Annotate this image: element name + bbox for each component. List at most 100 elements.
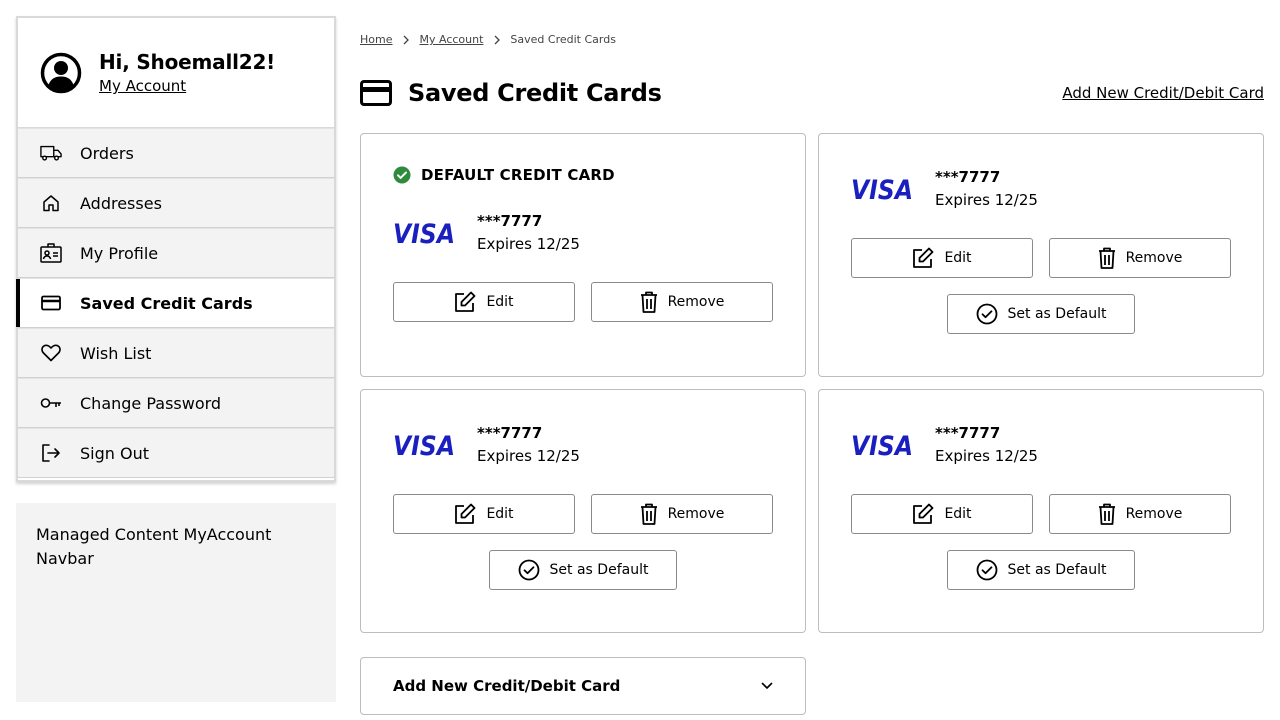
check-circle-icon bbox=[518, 559, 539, 581]
remove-button-label: Remove bbox=[667, 506, 725, 522]
set-default-button[interactable]: Set as Default bbox=[947, 550, 1135, 590]
sidebar-item-label: Addresses bbox=[80, 193, 162, 213]
card-info: VISA ***7777 Expires 12/25 bbox=[393, 422, 580, 468]
card-expiry: Expires 12/25 bbox=[477, 235, 580, 253]
sidebar-item-sign-out[interactable]: Sign Out bbox=[18, 428, 334, 478]
svg-text:VISA: VISA bbox=[851, 177, 913, 201]
profile-badge-icon bbox=[40, 242, 62, 264]
remove-card-button[interactable]: Remove bbox=[591, 494, 773, 534]
remove-button-label: Remove bbox=[1125, 250, 1183, 266]
visa-logo-icon: VISA bbox=[851, 177, 913, 201]
edit-button-label: Edit bbox=[944, 506, 972, 522]
trash-icon bbox=[640, 291, 657, 313]
svg-text:VISA: VISA bbox=[393, 221, 455, 245]
home-icon bbox=[40, 192, 62, 214]
remove-button-label: Remove bbox=[667, 294, 725, 310]
saved-card-default: DEFAULT CREDIT CARD VISA ***7777 Expires… bbox=[360, 133, 806, 377]
card-number: ***7777 bbox=[477, 212, 543, 230]
check-circle-icon bbox=[976, 559, 997, 581]
credit-card-icon bbox=[360, 80, 392, 106]
set-default-button[interactable]: Set as Default bbox=[489, 550, 677, 590]
saved-card: VISA ***7777 Expires 12/25 Edit Remove S… bbox=[360, 389, 806, 633]
default-card-label: DEFAULT CREDIT CARD bbox=[393, 166, 615, 184]
saved-card: VISA ***7777 Expires 12/25 Edit Remove S… bbox=[818, 389, 1264, 633]
visa-logo-icon: VISA bbox=[393, 433, 455, 457]
edit-card-button[interactable]: Edit bbox=[393, 494, 575, 534]
set-default-button-label: Set as Default bbox=[549, 562, 649, 578]
card-number: ***7777 bbox=[935, 168, 1001, 186]
sidebar-item-label: Change Password bbox=[80, 393, 222, 413]
edit-card-button[interactable]: Edit bbox=[393, 282, 575, 322]
managed-content-block: Managed Content MyAccount Navbar bbox=[16, 503, 336, 702]
trash-icon bbox=[1098, 247, 1115, 269]
sidebar-item-addresses[interactable]: Addresses bbox=[18, 178, 334, 228]
remove-card-button[interactable]: Remove bbox=[1049, 494, 1231, 534]
page-title: Saved Credit Cards bbox=[408, 79, 662, 107]
card-number: ***7777 bbox=[935, 424, 1001, 442]
remove-card-button[interactable]: Remove bbox=[1049, 238, 1231, 278]
add-new-card-link[interactable]: Add New Credit/Debit Card bbox=[1062, 84, 1264, 102]
trash-icon bbox=[640, 503, 657, 525]
edit-button-label: Edit bbox=[486, 506, 514, 522]
card-expiry: Expires 12/25 bbox=[477, 447, 580, 465]
sidebar-item-saved-credit-cards[interactable]: Saved Credit Cards bbox=[16, 278, 334, 328]
default-label-text: DEFAULT CREDIT CARD bbox=[421, 166, 615, 184]
page-header: Saved Credit Cards Add New Credit/Debit … bbox=[360, 78, 1264, 108]
edit-button-label: Edit bbox=[486, 294, 514, 310]
check-circle-filled-icon bbox=[393, 166, 411, 184]
breadcrumb-my-account-link[interactable]: My Account bbox=[419, 33, 483, 46]
breadcrumb: Home My Account Saved Credit Cards bbox=[360, 33, 616, 46]
sidebar-item-label: My Profile bbox=[80, 243, 159, 263]
chevron-right-icon bbox=[494, 35, 501, 44]
trash-icon bbox=[1098, 503, 1115, 525]
set-default-button-label: Set as Default bbox=[1007, 306, 1107, 322]
my-account-link[interactable]: My Account bbox=[99, 76, 275, 96]
card-info: VISA ***7777 Expires 12/25 bbox=[851, 166, 1038, 212]
svg-text:VISA: VISA bbox=[851, 433, 913, 457]
truck-icon bbox=[40, 142, 62, 164]
card-info: VISA ***7777 Expires 12/25 bbox=[851, 422, 1038, 468]
check-circle-icon bbox=[976, 303, 997, 325]
saved-card: VISA ***7777 Expires 12/25 Edit Remove S… bbox=[818, 133, 1264, 377]
edit-card-button[interactable]: Edit bbox=[851, 494, 1033, 534]
credit-card-icon bbox=[40, 292, 62, 314]
sidebar-item-label: Saved Credit Cards bbox=[80, 293, 253, 313]
user-avatar-icon bbox=[40, 52, 82, 93]
set-default-button[interactable]: Set as Default bbox=[947, 294, 1135, 334]
accordion-label: Add New Credit/Debit Card bbox=[393, 677, 621, 695]
edit-icon bbox=[455, 291, 476, 312]
visa-logo-icon: VISA bbox=[851, 433, 913, 457]
edit-button-label: Edit bbox=[944, 250, 972, 266]
edit-icon bbox=[913, 247, 934, 268]
remove-card-button[interactable]: Remove bbox=[591, 282, 773, 322]
card-number: ***7777 bbox=[477, 424, 543, 442]
svg-text:VISA: VISA bbox=[393, 433, 455, 457]
card-info: VISA ***7777 Expires 12/25 bbox=[393, 210, 580, 256]
card-expiry: Expires 12/25 bbox=[935, 447, 1038, 465]
remove-button-label: Remove bbox=[1125, 506, 1183, 522]
account-sidebar: Hi, Shoemall22! My Account Orders Addres… bbox=[16, 16, 336, 482]
sidebar-item-wish-list[interactable]: Wish List bbox=[18, 328, 334, 378]
sidebar-item-change-password[interactable]: Change Password bbox=[18, 378, 334, 428]
edit-icon bbox=[455, 503, 476, 524]
greeting-block: Hi, Shoemall22! My Account bbox=[18, 18, 334, 128]
greeting-title: Hi, Shoemall22! bbox=[99, 50, 276, 74]
sign-out-icon bbox=[40, 442, 62, 464]
set-default-button-label: Set as Default bbox=[1007, 562, 1107, 578]
add-new-card-accordion[interactable]: Add New Credit/Debit Card bbox=[360, 657, 806, 715]
key-icon bbox=[40, 392, 62, 414]
edit-icon bbox=[913, 503, 934, 524]
card-expiry: Expires 12/25 bbox=[935, 191, 1038, 209]
edit-card-button[interactable]: Edit bbox=[851, 238, 1033, 278]
heart-icon bbox=[40, 342, 62, 364]
sidebar-item-label: Orders bbox=[80, 143, 134, 163]
chevron-down-icon bbox=[761, 682, 773, 689]
visa-logo-icon: VISA bbox=[393, 221, 455, 245]
breadcrumb-home-link[interactable]: Home bbox=[360, 33, 392, 46]
breadcrumb-current: Saved Credit Cards bbox=[510, 33, 616, 46]
sidebar-item-label: Wish List bbox=[80, 343, 152, 363]
chevron-right-icon bbox=[404, 35, 410, 44]
sidebar-item-my-profile[interactable]: My Profile bbox=[18, 228, 334, 278]
sidebar-item-label: Sign Out bbox=[80, 443, 149, 463]
sidebar-item-orders[interactable]: Orders bbox=[18, 128, 334, 178]
